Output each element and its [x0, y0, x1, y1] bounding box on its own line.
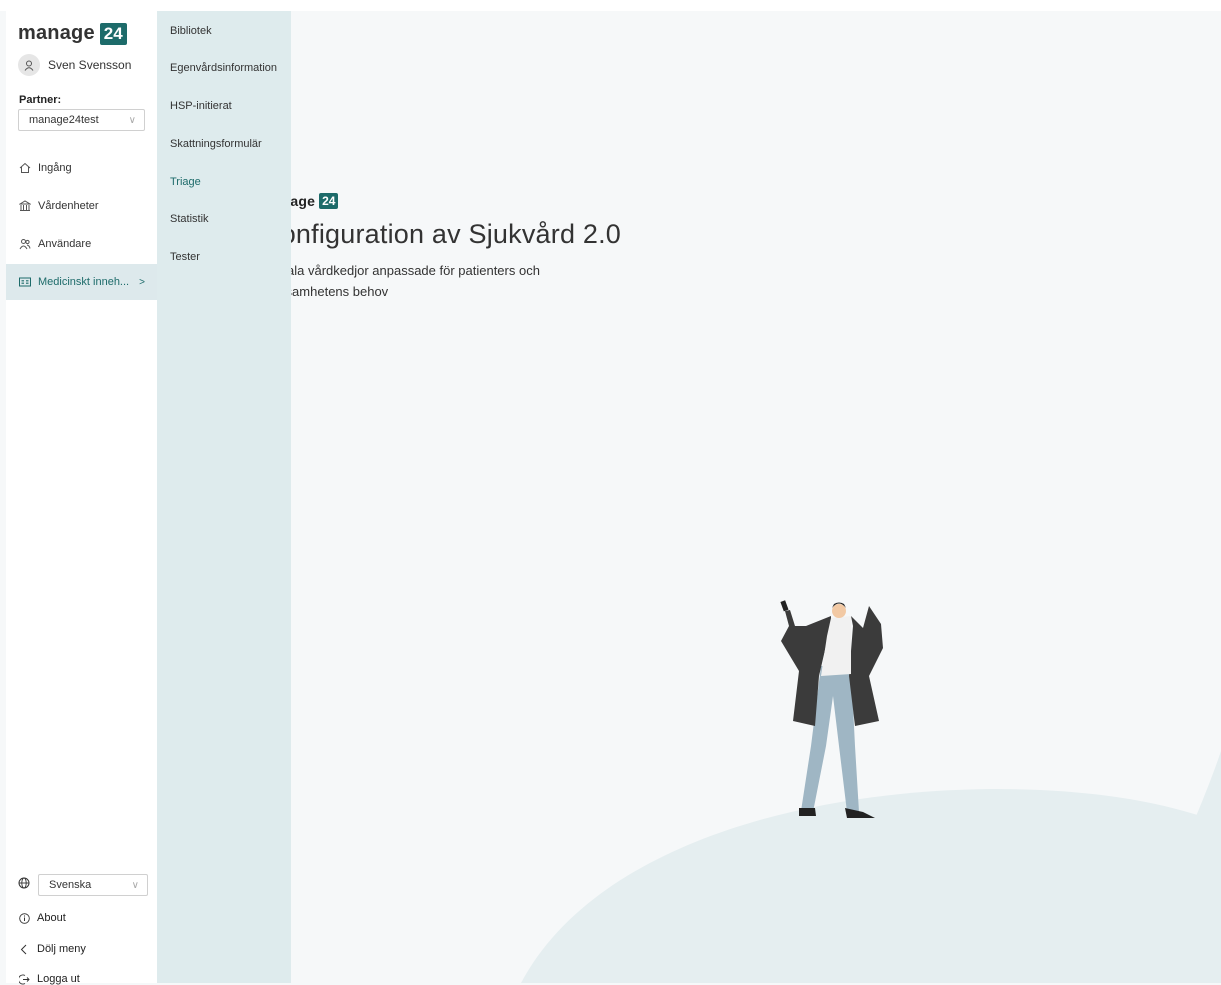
submenu-item-triage[interactable]: Triage: [170, 176, 201, 188]
chevron-left-icon: [19, 944, 31, 955]
app-logo[interactable]: manage 24: [18, 22, 127, 45]
chevron-right-icon: >: [139, 276, 145, 288]
user-profile[interactable]: Sven Svensson: [18, 54, 131, 76]
background-hill: [521, 751, 1221, 983]
user-name: Sven Svensson: [48, 58, 132, 72]
nav-item-vardenheter[interactable]: Vårdenheter: [6, 188, 157, 224]
partner-select[interactable]: manage24test ∨: [18, 109, 145, 131]
submenu-item-hsp-initierat[interactable]: HSP-initierat: [170, 100, 232, 112]
nav-item-label: Vårdenheter: [38, 200, 99, 212]
nav-item-ingang[interactable]: Ingång: [6, 150, 157, 186]
logout-button[interactable]: Logga ut: [19, 973, 80, 985]
sidebar: manage 24 Sven Svensson Partner: manage2…: [6, 11, 157, 985]
nav-item-medicinskt-innehall[interactable]: Medicinskt inneh... >: [6, 264, 157, 300]
submenu-item-statistik[interactable]: Statistik: [170, 213, 209, 225]
submenu-item-egenvardsinformation[interactable]: Egenvårdsinformation: [170, 62, 277, 74]
language-row: Svenska ∨: [18, 874, 148, 896]
hero-subtitle: Digitala vårdkedjor anpassade för patien…: [291, 263, 540, 299]
nav-item-label: Användare: [38, 238, 92, 250]
about-link[interactable]: About: [19, 912, 66, 924]
submenu-item-tester[interactable]: Tester: [170, 251, 200, 263]
main-content: manage 24 Configuration av Sjukvård 2.0 …: [291, 11, 1221, 983]
building-icon: [19, 200, 31, 212]
nav-item-label: Ingång: [38, 162, 72, 174]
users-icon: [19, 238, 31, 250]
hero-logo-text: manage: [291, 193, 316, 209]
chevron-down-icon: ∨: [128, 114, 136, 126]
hide-menu-label: Dölj meny: [37, 943, 86, 955]
hero-logo: manage 24: [291, 193, 781, 209]
submenu-item-skattningsformular[interactable]: Skattningsformulär: [170, 138, 262, 150]
home-icon: [19, 162, 31, 174]
content-icon: [19, 276, 31, 288]
globe-icon: [18, 876, 30, 894]
nav-item-anvandare[interactable]: Användare: [6, 226, 157, 262]
top-strip: [0, 0, 1221, 11]
about-label: About: [37, 912, 66, 924]
user-icon: [18, 54, 40, 76]
info-icon: [19, 912, 31, 924]
welcome-hero: manage 24 Configuration av Sjukvård 2.0 …: [291, 193, 781, 302]
logo-text: manage: [18, 22, 95, 44]
partner-label: Partner:: [19, 94, 62, 106]
partner-select-value: manage24test: [29, 114, 99, 126]
hide-menu-button[interactable]: Dölj meny: [19, 943, 86, 955]
language-select-value: Svenska: [49, 879, 92, 891]
language-select[interactable]: Svenska ∨: [38, 874, 148, 896]
nav-item-label: Medicinskt inneh...: [38, 276, 130, 288]
person-illustration: [780, 600, 883, 818]
chevron-down-icon: ∨: [131, 879, 139, 891]
logo-badge: 24: [99, 22, 127, 45]
hero-logo-badge: 24: [319, 193, 339, 209]
submenu-panel: Bibliotek Egenvårdsinformation HSP-initi…: [157, 11, 291, 983]
hero-title: Configuration av Sjukvård 2.0: [291, 219, 622, 249]
submenu-item-bibliotek[interactable]: Bibliotek: [170, 25, 212, 37]
logout-label: Logga ut: [37, 973, 80, 985]
